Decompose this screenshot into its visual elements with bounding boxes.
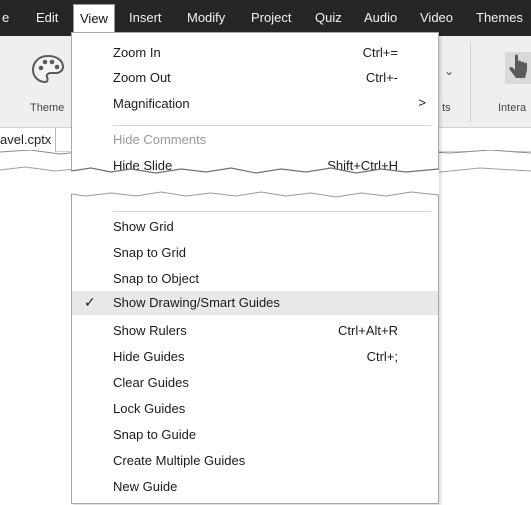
menu-item-hide-comments: Hide Comments — [72, 128, 438, 152]
menu-item-label: Zoom In — [113, 45, 161, 60]
menu-item-label: Magnification — [113, 96, 190, 111]
interactions-label: Intera — [498, 102, 527, 114]
menu-item-label: Show Grid — [113, 219, 174, 234]
menu-video[interactable]: Video — [420, 10, 453, 25]
menu-modify[interactable]: Modify — [187, 10, 225, 25]
hand-pointer-icon[interactable] — [505, 52, 531, 84]
ribbon-divider — [470, 42, 471, 122]
menu-item-label: Lock Guides — [113, 401, 186, 416]
menu-item-shortcut: Ctrl+- — [365, 70, 398, 85]
view-menu-dropdown: Zoom In Ctrl+= Zoom Out Ctrl+- Magnifica… — [71, 32, 439, 504]
menu-separator — [113, 125, 431, 126]
menu-item-snap-to-guide[interactable]: Snap to Guide — [72, 423, 438, 447]
menu-item-snap-to-object[interactable]: Snap to Object — [72, 267, 438, 291]
menu-item-shortcut: Ctrl+Alt+R — [338, 323, 398, 338]
menu-item-show-rulers[interactable]: Show Rulers Ctrl+Alt+R — [72, 319, 438, 343]
checkmark-icon: ✓ — [84, 294, 96, 310]
menu-item-label: Zoom Out — [113, 70, 171, 85]
menu-item-create-multiple-guides[interactable]: Create Multiple Guides — [72, 449, 438, 473]
menu-item-snap-to-grid[interactable]: Snap to Grid — [72, 241, 438, 265]
menu-item-lock-guides[interactable]: Lock Guides — [72, 397, 438, 421]
menu-item-shortcut: Ctrl+= — [362, 45, 398, 60]
menu-item-label: Show Rulers — [113, 323, 187, 338]
menu-item-zoom-out[interactable]: Zoom Out Ctrl+- — [72, 66, 438, 90]
menu-item-hide-guides[interactable]: Hide Guides Ctrl+; — [72, 345, 438, 369]
palette-icon[interactable] — [30, 52, 66, 88]
menu-item-label: Snap to Guide — [113, 427, 197, 442]
menu-item-label: Hide Guides — [113, 349, 185, 364]
menu-themes[interactable]: Themes — [476, 10, 523, 25]
menu-project[interactable]: Project — [251, 10, 291, 25]
chevron-down-icon[interactable]: ⌄ — [444, 64, 454, 78]
menu-torn-edge — [71, 167, 439, 198]
themes-label: Theme — [30, 102, 65, 114]
menu-item-shortcut: Ctrl+; — [366, 349, 398, 364]
menu-item-label: Snap to Grid — [113, 245, 186, 260]
menu-view[interactable]: View — [73, 4, 115, 32]
menu-item-label: Show Drawing/Smart Guides — [113, 295, 280, 310]
menu-item-magnification[interactable]: Magnification > — [72, 92, 438, 116]
menu-item-label: Hide Comments — [113, 132, 207, 147]
menu-file[interactable]: e — [2, 10, 9, 25]
menu-insert[interactable]: Insert — [129, 10, 162, 25]
menu-audio[interactable]: Audio — [364, 10, 397, 25]
menu-separator — [113, 211, 431, 212]
menu-quiz[interactable]: Quiz — [315, 10, 342, 25]
menu-item-label: Create Multiple Guides — [113, 453, 246, 468]
menu-item-zoom-in[interactable]: Zoom In Ctrl+= — [72, 41, 438, 65]
menu-item-label: New Guide — [113, 479, 178, 494]
menu-edit[interactable]: Edit — [36, 10, 58, 25]
menu-item-label: Clear Guides — [113, 375, 189, 390]
menu-item-clear-guides[interactable]: Clear Guides — [72, 371, 438, 395]
submenu-arrow-icon: > — [418, 95, 426, 110]
document-tab[interactable]: avel.cptx — [0, 128, 57, 152]
assets-label: ts — [442, 102, 451, 114]
menu-bar: e Edit View Insert Modify Project Quiz A… — [0, 0, 531, 36]
menu-item-show-grid[interactable]: Show Grid — [72, 215, 438, 239]
menu-item-show-drawing-smart-guides[interactable]: ✓ Show Drawing/Smart Guides — [72, 291, 438, 315]
menu-item-new-guide[interactable]: New Guide — [72, 475, 438, 499]
menu-item-label: Snap to Object — [113, 271, 199, 286]
